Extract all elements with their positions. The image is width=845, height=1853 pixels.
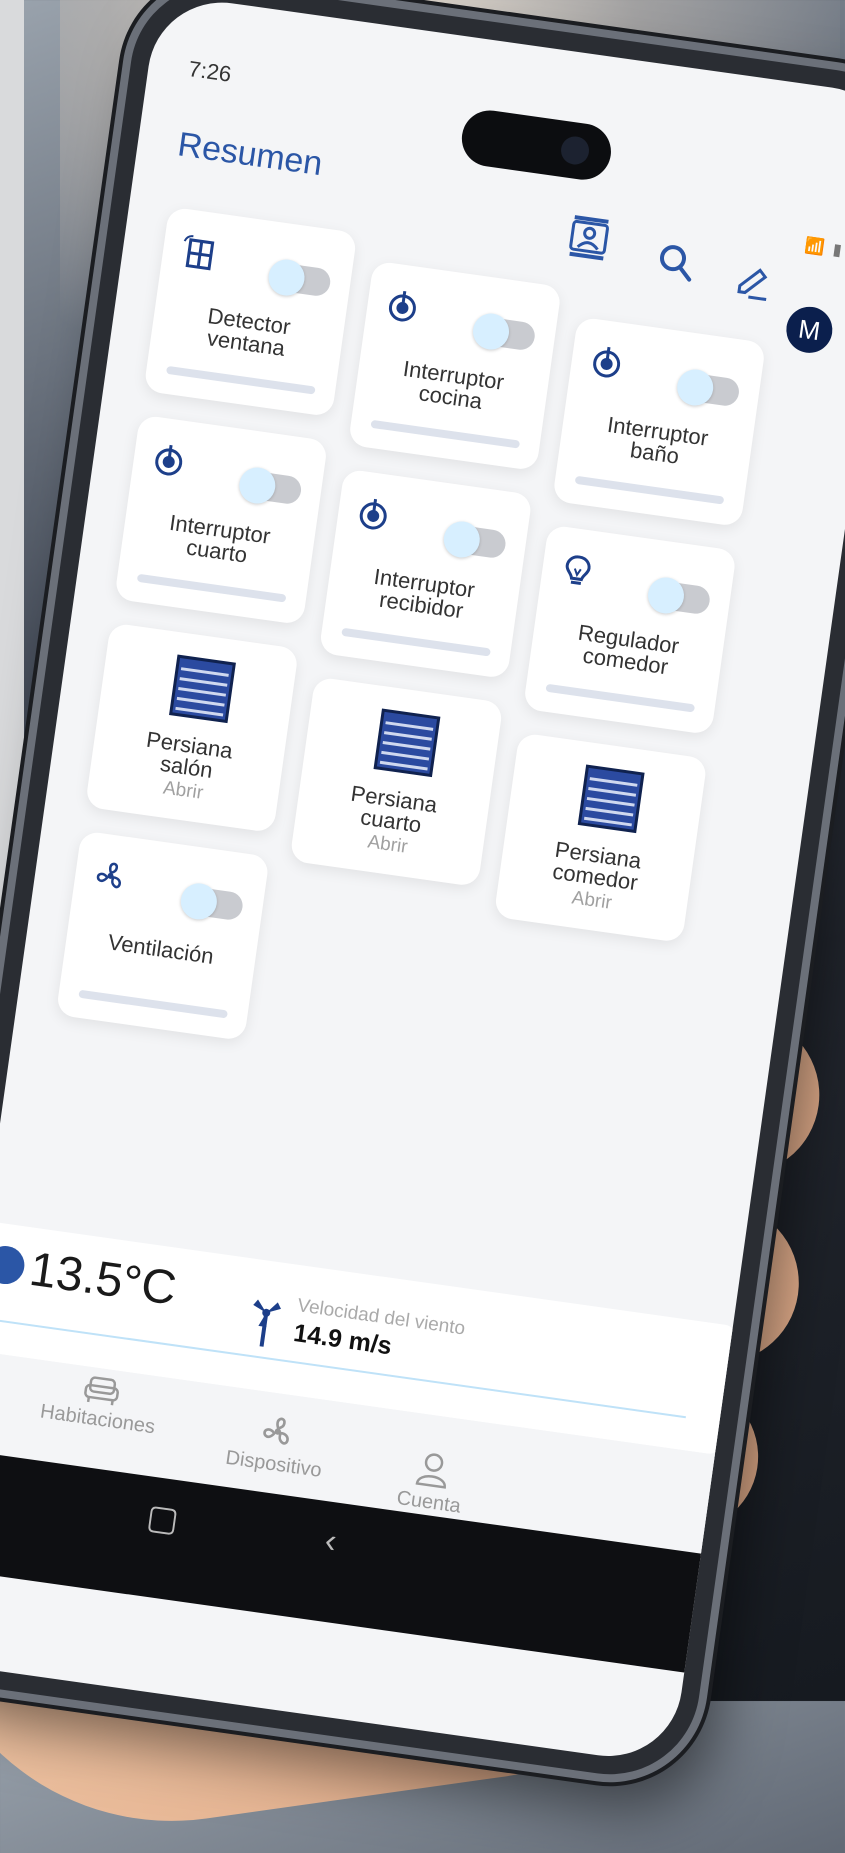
contacts-icon[interactable] [566,213,612,262]
device-name: Persiana salón [144,726,235,783]
toggle-knob [470,311,512,352]
device-name: Interruptor recibidor [372,563,477,624]
search-icon[interactable] [654,240,699,285]
device-card-interruptor-cuarto[interactable]: Interruptor cuarto [114,414,329,626]
status-bar [78,989,228,1019]
nav-label: Habitaciones [38,1400,157,1439]
device-name: Interruptor cocina [401,355,506,414]
sun-icon [0,1243,27,1287]
nav-item-dispositivo[interactable]: Dispositivo [224,1407,329,1483]
device-card-ventilacion[interactable]: Ventilación [55,830,270,1042]
toggle-switch[interactable] [178,881,245,922]
device-label: Detector ventana [150,298,344,368]
blind-icon [577,764,645,834]
device-name: Regulador comedor [576,619,681,680]
device-name: Ventilación [106,929,216,969]
toggle-knob [674,367,716,408]
toggle-knob [266,257,307,298]
device-label: Ventilación [65,925,256,973]
device-name: Interruptor cuarto [167,509,272,568]
signal-battery-icons: 📶 ▮ [803,237,845,260]
edit-icon[interactable] [730,261,775,306]
toggle-switch[interactable] [470,311,537,352]
status-bar [574,475,725,505]
toggle-switch[interactable] [645,575,712,616]
device-card-interruptor-recibidor[interactable]: Interruptor recibidor [318,468,533,680]
device-card-regulador-comedor[interactable]: Regulador comedor [522,524,737,736]
fan-icon [263,1417,290,1445]
page-title: Resumen [175,125,325,184]
device-card-detector-ventana[interactable]: Detector ventana [143,206,358,418]
user-icon [415,1453,447,1489]
device-label: Persiana cuarto Abrir [292,775,490,869]
toggle-switch[interactable] [441,519,508,560]
fan-icon [96,862,121,889]
device-card-persiana-cuarto[interactable]: Persiana cuarto Abrir [289,676,504,888]
toggle-knob [441,519,483,560]
toggle-knob [178,881,220,922]
device-name: Detector ventana [205,303,293,361]
dynamic-island [458,106,615,184]
toggle-switch[interactable] [266,257,333,298]
status-bar [341,627,491,657]
device-name: Interruptor baño [605,411,710,469]
wind-turbine-icon [253,1299,281,1347]
power-icon [388,290,416,322]
device-card-interruptor-cocina[interactable]: Interruptor cocina [347,260,562,472]
temperature-value: 13.5°C [26,1242,180,1316]
device-label: Interruptor cuarto [121,506,315,576]
toggle-switch[interactable] [674,367,741,408]
phone-screen: 7:26 📶 ▮ Resumen M Detector ventana Inte… [0,0,845,1766]
device-label: Regulador comedor [530,616,724,686]
nav-item-cuenta[interactable]: Cuenta [395,1447,468,1518]
device-label: Persiana comedor Abrir [496,831,694,925]
status-bar [545,683,696,713]
device-label: Interruptor recibidor [326,560,520,630]
device-label: Persiana salón Abrir [87,721,285,815]
device-card-persiana-salon[interactable]: Persiana salón Abrir [84,622,299,834]
nav-item-habitaciones[interactable]: Habitaciones [39,1367,161,1440]
device-card-persiana-comedor[interactable]: Persiana comedor Abrir [493,732,708,944]
device-label: Interruptor baño [559,408,753,478]
window-sensor-icon [183,235,215,271]
blind-icon [373,708,441,778]
power-icon [593,346,621,378]
blind-icon [169,654,236,724]
sofa-icon [83,1376,119,1406]
nav-label: Dispositivo [224,1446,324,1482]
lightbulb-icon [565,555,591,585]
status-time: 7:26 [186,56,233,87]
status-bar [370,419,521,449]
toggle-knob [645,575,687,616]
camera-icon [559,134,591,167]
phone-frame: 7:26 📶 ▮ Resumen M Detector ventana Inte… [0,0,845,1786]
power-icon [359,498,387,530]
avatar[interactable]: M [783,303,836,356]
status-bar [165,365,316,395]
toggle-knob [236,465,278,506]
home-icon[interactable]: ▢ [144,1496,181,1540]
device-name: Persiana cuarto [349,780,439,838]
device-card-interruptor-bano[interactable]: Interruptor baño [552,316,767,528]
power-icon [155,444,183,476]
status-bar [136,573,287,603]
back-icon[interactable]: ‹ [322,1521,340,1561]
toggle-switch[interactable] [236,465,303,506]
device-label: Interruptor cocina [355,352,549,422]
